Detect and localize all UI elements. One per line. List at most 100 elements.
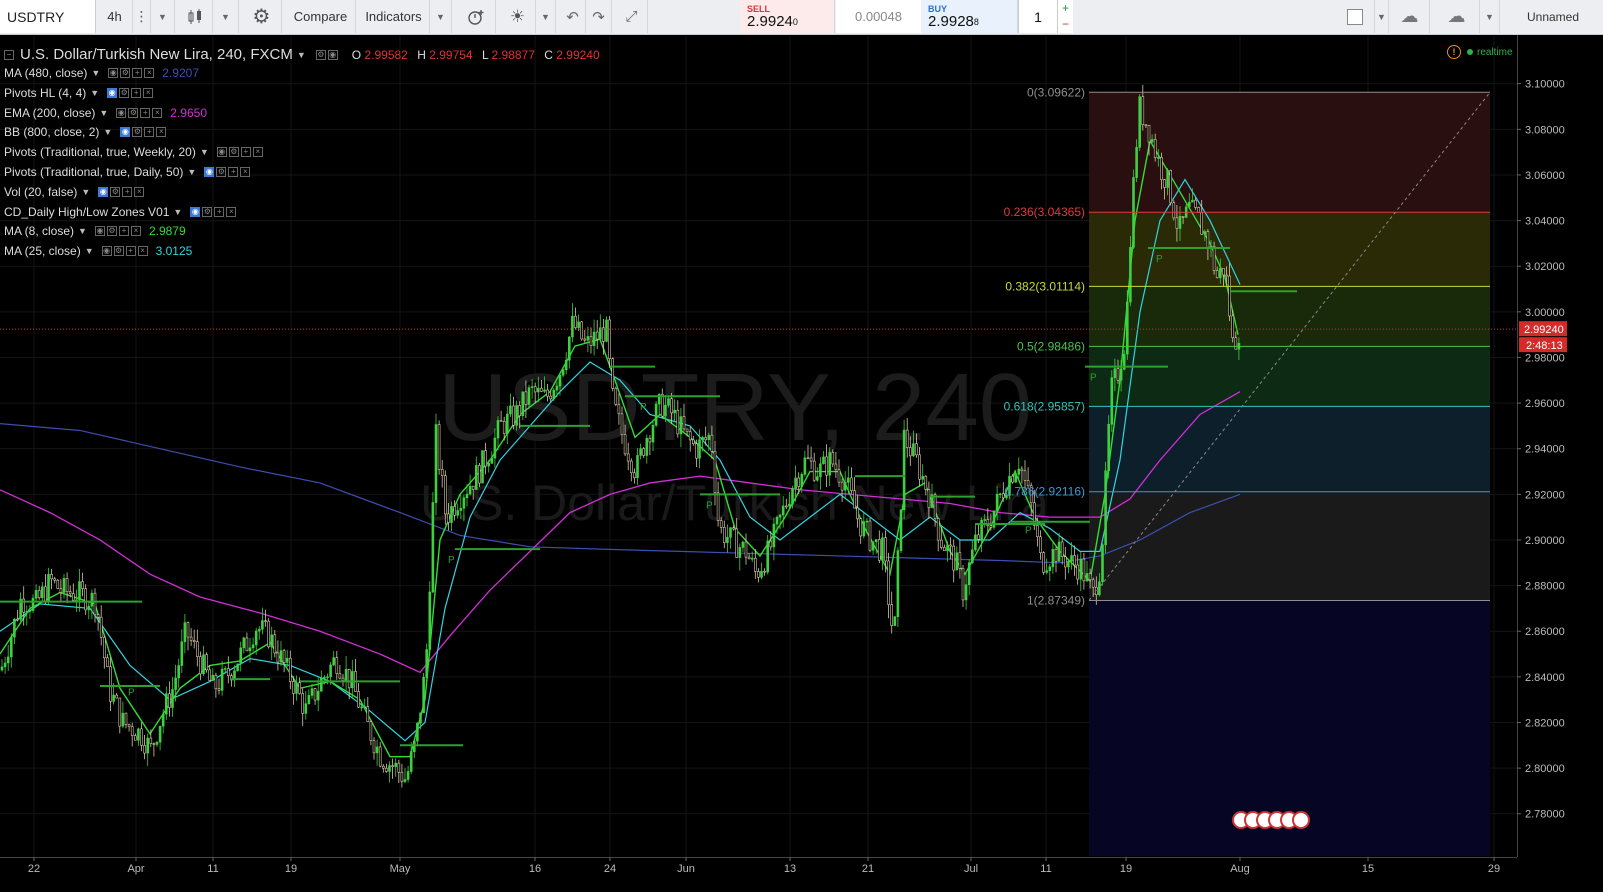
plus-icon[interactable]: + (240, 147, 251, 158)
close-icon[interactable]: × (144, 68, 155, 78)
layout-name[interactable]: Unnamed (1503, 0, 1603, 33)
interval-dropdown-button[interactable]: ▼ (151, 0, 175, 33)
chevron-down-icon[interactable]: ▼ (78, 226, 87, 236)
indicator-row[interactable]: MA (25, close) ▼ ◉ ⚙ + × 3.0125 (4, 244, 192, 258)
eye-icon[interactable]: ◉ (120, 127, 131, 138)
settings-icon[interactable]: ⚙ (216, 167, 227, 177)
close-icon[interactable]: × (143, 87, 154, 98)
idea-button[interactable]: ☀ (500, 0, 536, 33)
indicator-label[interactable]: Vol (20, false) (4, 185, 77, 199)
close-icon[interactable]: × (240, 167, 251, 177)
eye-icon[interactable]: ◉ (190, 206, 201, 217)
indicator-label[interactable]: MA (480, close) (4, 66, 87, 80)
indicator-row[interactable]: CD_Daily High/Low Zones V01 ▼ ◉ ⚙ + × (4, 205, 238, 219)
plus-icon[interactable]: + (144, 127, 155, 138)
sell-button[interactable]: SELL 2.99240 (740, 0, 835, 33)
chevron-down-icon[interactable]: ▼ (297, 50, 306, 60)
fullscreen-button[interactable]: ⤢ (616, 0, 648, 33)
drawing-template-dropdown[interactable]: ▼ (1375, 0, 1389, 33)
plus-icon[interactable]: + (122, 186, 133, 197)
indicator-row[interactable]: BB (800, close, 2) ▼ ◉ ⚙ + × (4, 125, 168, 139)
close-icon[interactable]: × (130, 226, 141, 237)
indicator-row[interactable]: MA (8, close) ▼ ◉ ⚙ + × 2.9879 (4, 224, 186, 238)
chevron-down-icon[interactable]: ▼ (81, 187, 90, 197)
close-icon[interactable]: × (152, 107, 163, 118)
eye-icon[interactable]: ◉ (94, 226, 105, 237)
alert-button[interactable] (456, 0, 496, 33)
buy-button[interactable]: BUY 2.99288 (922, 0, 1018, 33)
settings-icon[interactable]: ⚙ (228, 147, 239, 158)
close-icon[interactable]: × (137, 246, 148, 257)
quantity-input[interactable]: 1 (1018, 0, 1057, 33)
eye-icon[interactable]: ◉ (204, 167, 215, 177)
save-chart-dropdown[interactable]: ▼ (1480, 0, 1500, 33)
indicator-label[interactable]: MA (25, close) (4, 244, 81, 258)
plus-icon[interactable]: + (214, 206, 225, 217)
eye-icon[interactable]: ◉ (101, 246, 112, 257)
indicator-label[interactable]: EMA (200, close) (4, 106, 95, 120)
indicator-row[interactable]: Pivots (Traditional, true, Weekly, 20) ▼ ◉… (4, 145, 265, 159)
chevron-down-icon[interactable]: ▼ (90, 88, 99, 98)
indicator-row[interactable]: EMA (200, close) ▼ ◉ ⚙ + × 2.9650 (4, 106, 207, 120)
settings-icon[interactable]: ⚙ (315, 49, 326, 60)
chevron-down-icon[interactable]: ▼ (103, 127, 112, 137)
plus-icon[interactable]: + (125, 246, 136, 257)
close-icon[interactable]: × (156, 127, 167, 138)
indicator-row[interactable]: Pivots (Traditional, true, Daily, 50) ▼ ◉ ⚙… (4, 165, 252, 179)
interval-selector[interactable]: 4h (97, 0, 133, 33)
chevron-down-icon[interactable]: ▼ (85, 246, 94, 256)
close-icon[interactable]: × (226, 206, 237, 217)
plus-icon[interactable]: + (118, 226, 129, 237)
settings-icon[interactable]: ⚙ (106, 226, 117, 237)
plus-icon[interactable]: + (140, 107, 151, 118)
settings-button[interactable]: ⚙ (242, 0, 282, 33)
chevron-down-icon[interactable]: ▼ (99, 108, 108, 118)
eye-icon[interactable]: ◉ (108, 68, 119, 78)
plus-icon[interactable]: + (132, 68, 143, 78)
indicator-row[interactable]: MA (480, close) ▼ ◉ ⚙ + × 2.9207 (4, 66, 199, 80)
indicators-dropdown[interactable]: ▼ (430, 0, 452, 33)
compare-button[interactable]: Compare (286, 0, 356, 33)
indicator-label[interactable]: Pivots (Traditional, true, Weekly, 20) (4, 145, 196, 159)
chart-style-dropdown[interactable]: ▼ (213, 0, 239, 33)
chevron-down-icon[interactable]: ▼ (91, 68, 100, 78)
chevron-down-icon[interactable]: ▼ (200, 147, 209, 157)
settings-icon[interactable]: ⚙ (132, 127, 143, 138)
time-axis[interactable]: 22 Apr 11 19 May 16 24 Jun 13 21 Jul 11 19 Aug 15 29 (0, 857, 1517, 892)
plus-icon[interactable]: + (1058, 0, 1074, 16)
indicator-row[interactable]: Vol (20, false) ▼ ◉ ⚙ + × (4, 185, 146, 199)
plus-icon[interactable]: + (131, 87, 142, 98)
indicator-label[interactable]: Pivots HL (4, 4) (4, 86, 86, 100)
indicator-label[interactable]: Pivots (Traditional, true, Daily, 50) (4, 165, 183, 179)
close-icon[interactable]: × (252, 147, 263, 158)
indicator-label[interactable]: MA (8, close) (4, 224, 74, 238)
redo-button[interactable]: ↷ (586, 0, 612, 33)
warning-icon[interactable]: ! (1447, 45, 1461, 59)
settings-icon[interactable]: ⚙ (119, 87, 130, 98)
minus-icon[interactable]: − (1058, 16, 1074, 32)
settings-icon[interactable]: ⚙ (202, 206, 213, 217)
eye-icon[interactable]: ◉ (98, 186, 109, 197)
close-icon[interactable]: × (134, 186, 145, 197)
symbol-title[interactable]: U.S. Dollar/Turkish New Lira, 240, FXCM (20, 46, 293, 63)
drawing-template-button[interactable] (1335, 0, 1375, 33)
indicator-row[interactable]: Pivots HL (4, 4) ▼ ◉ ⚙ + × (4, 86, 155, 100)
interval-menu-button[interactable]: ⋮ (133, 0, 151, 33)
settings-icon[interactable]: ⚙ (113, 246, 124, 257)
symbol-search-input[interactable]: USDTRY (0, 0, 96, 33)
load-chart-button[interactable]: ☁ (1390, 0, 1430, 33)
settings-icon[interactable]: ⚙ (128, 107, 139, 118)
collapse-icon[interactable]: − (4, 49, 14, 60)
undo-button[interactable]: ↶ (560, 0, 586, 33)
price-chart[interactable]: USDTRY, 240 U.S. Dollar/Turkish New Lira… (0, 35, 1603, 892)
chart-style-button[interactable] (177, 0, 213, 33)
indicator-label[interactable]: BB (800, close, 2) (4, 125, 99, 139)
eye-icon[interactable]: ◉ (116, 107, 127, 118)
idea-dropdown[interactable]: ▼ (536, 0, 556, 33)
settings-icon[interactable]: ⚙ (120, 68, 131, 78)
indicators-button[interactable]: Indicators (358, 0, 430, 33)
plus-icon[interactable]: + (228, 167, 239, 177)
hide-icon[interactable]: ◉ (327, 49, 338, 60)
chevron-down-icon[interactable]: ▼ (173, 207, 182, 217)
eye-icon[interactable]: ◉ (216, 147, 227, 158)
